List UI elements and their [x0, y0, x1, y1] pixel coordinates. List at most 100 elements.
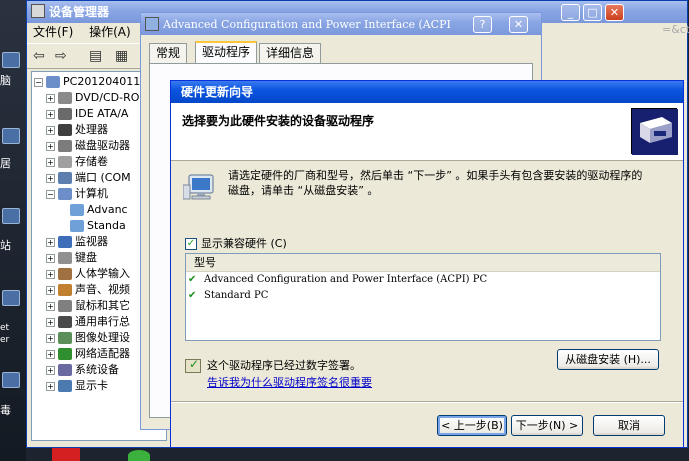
tree-category-item[interactable]: + 人体学输入	[46, 266, 130, 282]
cancel-button[interactable]: 取消	[593, 415, 665, 436]
back-button[interactable]: < 上一步(B)	[437, 415, 507, 436]
expand-toggle[interactable]: +	[46, 381, 55, 391]
tree-category-item[interactable]: + DVD/CD-RO	[46, 90, 139, 106]
show-compatible-checkbox[interactable]: ✓	[185, 238, 197, 250]
tree-category-item[interactable]: + 系统设备	[46, 362, 119, 378]
show-compatible-label: 显示兼容硬件 (C)	[201, 237, 287, 250]
tree-category-item[interactable]: + 端口 (COM	[46, 170, 131, 186]
expand-toggle[interactable]: +	[46, 125, 55, 135]
tree-item-label: 网络适配器	[75, 347, 130, 360]
tree-item-label: 计算机	[75, 187, 108, 200]
properties-icon[interactable]: ▦	[115, 48, 128, 64]
tree-category-item[interactable]: + 声音、视频	[46, 282, 130, 298]
tree-item-label: Advanc	[87, 203, 128, 216]
expand-toggle[interactable]: +	[46, 333, 55, 343]
tree-item-label: 键盘	[75, 251, 97, 264]
signed-driver-icon: ✔	[188, 274, 197, 285]
desktop-label: et er	[0, 323, 10, 345]
tree-category-item[interactable]: + 处理器	[46, 122, 108, 138]
expand-toggle[interactable]: +	[46, 269, 55, 279]
tree-item-label: 鼠标和其它	[75, 299, 130, 312]
desktop-icon[interactable]	[2, 290, 20, 306]
expand-toggle[interactable]: +	[46, 173, 55, 183]
tree-item-label: 端口 (COM	[75, 171, 131, 184]
tree-category-item[interactable]: + 显示卡	[46, 378, 108, 394]
desktop-icon[interactable]	[2, 208, 20, 224]
tree-category-item[interactable]: + 通用串行总	[46, 314, 130, 330]
model-item[interactable]: ✔ Standard PC	[186, 288, 660, 304]
desktop-icon[interactable]	[2, 128, 20, 144]
tree-category-item[interactable]: + 磁盘驱动器	[46, 138, 130, 154]
maximize-button[interactable]: □	[583, 4, 602, 21]
model-item[interactable]: ✔ Advanced Configuration and Power Interf…	[186, 272, 660, 288]
properties-close-button[interactable]: ✕	[509, 16, 528, 33]
signing-info-link[interactable]: 告诉我为什么驱动程序签名很重要	[207, 374, 372, 390]
tree-category-item[interactable]: + 存储卷	[46, 154, 108, 170]
device-category-icon	[58, 108, 72, 120]
model-column-header[interactable]: 型号	[186, 254, 660, 272]
back-arrow-icon[interactable]: ⇦	[33, 48, 45, 64]
tree-category-item[interactable]: − 计算机	[46, 186, 108, 202]
expand-toggle[interactable]: +	[46, 141, 55, 151]
expand-toggle[interactable]: +	[46, 253, 55, 263]
menu-file[interactable]: 文件(F)	[27, 25, 79, 39]
tree-category-item[interactable]: + 网络适配器	[46, 346, 130, 362]
expand-toggle[interactable]: +	[46, 237, 55, 247]
wizard-heading: 选择要为此硬件安装的设备驱动程序	[182, 114, 375, 128]
device-category-icon	[58, 348, 72, 360]
desktop-strip: 脑 居 站 et er 毒	[0, 0, 26, 461]
tree-category-item[interactable]: + 键盘	[46, 250, 97, 266]
collapse-toggle[interactable]: −	[34, 77, 43, 87]
close-button[interactable]: ✕	[605, 4, 624, 21]
expand-toggle[interactable]: +	[46, 285, 55, 295]
device-manager-app-icon	[31, 4, 45, 18]
device-category-icon	[58, 188, 72, 200]
device-category-icon	[58, 332, 72, 344]
wizard-titlebar[interactable]: 硬件更新向导	[171, 81, 683, 103]
tree-category-item[interactable]: + 监视器	[46, 234, 108, 250]
help-button[interactable]: ?	[473, 16, 492, 33]
device-category-icon	[58, 172, 72, 184]
minimize-button[interactable]: _	[561, 4, 580, 21]
tree-device-item[interactable]: Advanc	[70, 202, 128, 218]
wizard-title: 硬件更新向导	[181, 85, 254, 99]
tree-device-item[interactable]: Standa	[70, 218, 126, 234]
show-compatible-row[interactable]: ✓ 显示兼容硬件 (C)	[185, 235, 287, 251]
tab-general[interactable]: 常规	[149, 43, 188, 63]
taskbar-app-icon[interactable]	[52, 448, 80, 461]
have-disk-button[interactable]: 从磁盘安装 (H)...	[557, 349, 659, 370]
next-button[interactable]: 下一步(N) >	[511, 415, 583, 436]
expand-toggle[interactable]: +	[46, 317, 55, 327]
tree-item-label: 处理器	[75, 123, 108, 136]
expand-toggle[interactable]: +	[46, 109, 55, 119]
model-item-label: Standard PC	[204, 290, 269, 301]
device-category-icon	[70, 220, 84, 232]
tree-category-item[interactable]: + 鼠标和其它	[46, 298, 130, 314]
device-category-icon	[58, 140, 72, 152]
menu-action[interactable]: 操作(A)	[83, 25, 137, 39]
expand-toggle[interactable]: +	[46, 365, 55, 375]
expand-toggle[interactable]: +	[46, 301, 55, 311]
hardware-update-wizard: 硬件更新向导 选择要为此硬件安装的设备驱动程序 请选定硬件的厂商和型号，然后单击…	[170, 80, 684, 448]
tree-root[interactable]: − PC2012040111	[34, 74, 147, 90]
tree-category-item[interactable]: + IDE ATA/A	[46, 106, 128, 122]
background-text: =&ct	[662, 23, 689, 36]
computer-icon	[46, 76, 60, 88]
forward-arrow-icon[interactable]: ⇨	[55, 48, 67, 64]
tab-details[interactable]: 详细信息	[259, 43, 322, 63]
expand-toggle[interactable]: +	[46, 349, 55, 359]
desktop-icon[interactable]	[2, 372, 20, 388]
device-category-icon	[58, 284, 72, 296]
device-category-icon	[58, 92, 72, 104]
taskbar-app-icon[interactable]	[128, 450, 150, 461]
expand-toggle[interactable]: +	[46, 157, 55, 167]
desktop-icon[interactable]	[2, 52, 20, 68]
model-listbox[interactable]: 型号 ✔ Advanced Configuration and Power Int…	[185, 253, 661, 341]
collapse-toggle[interactable]: −	[46, 189, 55, 199]
tree-view-icon[interactable]: ▤	[89, 48, 102, 64]
tab-driver[interactable]: 驱动程序	[195, 41, 258, 63]
tree-item-label: IDE ATA/A	[75, 107, 129, 120]
tree-category-item[interactable]: + 图像处理设	[46, 330, 130, 346]
expand-toggle[interactable]: +	[46, 93, 55, 103]
device-category-icon	[58, 236, 72, 248]
